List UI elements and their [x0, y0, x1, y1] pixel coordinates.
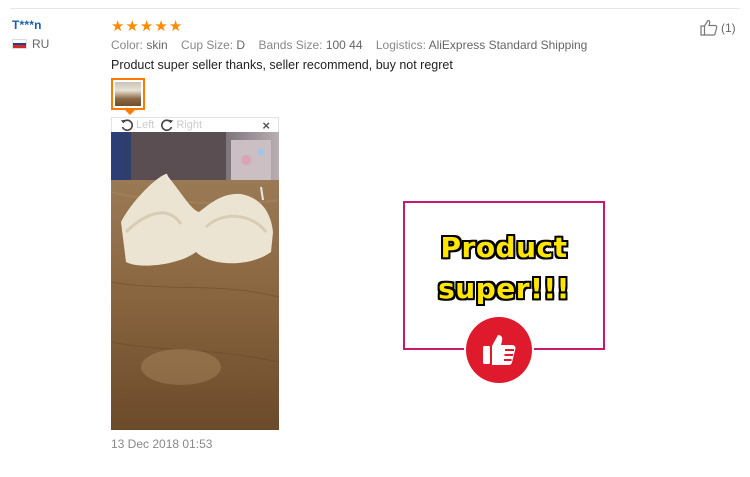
attr-value: D [236, 38, 246, 52]
promo-line-1: Product [440, 231, 568, 264]
helpful-count: (1) [721, 20, 736, 35]
review-photo [111, 132, 279, 430]
thumbs-up-icon [483, 335, 516, 365]
attr-key: Bands Size: [258, 38, 323, 52]
rotate-right-icon [161, 119, 174, 131]
helpful-button[interactable]: (1) [700, 19, 736, 36]
star-icon: ★ [139, 17, 154, 35]
star-icon: ★ [111, 17, 125, 35]
rotate-left-label: Left [136, 119, 155, 131]
attr-key: Color: [111, 38, 144, 52]
active-thumbnail-arrow [125, 110, 135, 115]
rotate-left-icon [120, 119, 133, 131]
attr-bands-size: Bands Size: 100 44 [258, 38, 362, 52]
russia-flag-icon [12, 39, 27, 49]
attr-color: Color: skin [111, 38, 168, 52]
promo-thumbs-up-badge [466, 317, 532, 383]
attr-value: skin [146, 38, 168, 52]
thumbnail-image [115, 82, 141, 106]
image-viewer-toolbar: Left Right × [111, 117, 279, 133]
review-date: 13 Dec 2018 01:53 [111, 437, 213, 451]
order-attributes: Color: skin Cup Size: D Bands Size: 100 … [111, 38, 691, 52]
thumbs-up-icon [700, 19, 718, 36]
reviewer-name[interactable]: T***n [12, 18, 102, 32]
reviewer-country: RU [12, 37, 102, 51]
photo-thumbnail[interactable] [111, 78, 145, 115]
attr-value: AliExpress Standard Shipping [428, 38, 588, 52]
review-text: Product super seller thanks, seller reco… [111, 58, 453, 72]
attr-cup-size: Cup Size: D [181, 38, 245, 52]
country-code: RU [32, 37, 50, 51]
review-photo-image [111, 132, 279, 430]
rotate-right-button[interactable]: Right [160, 118, 202, 132]
review-body: ★ ★ ★ ★ ★ Color: skin Cup Size: D Bands … [111, 18, 691, 73]
star-icon: ★ [168, 17, 183, 35]
reviewer-info: T***n RU [12, 18, 102, 51]
close-viewer-button[interactable]: × [262, 118, 270, 133]
attr-key: Logistics: [375, 38, 426, 52]
star-rating: ★ ★ ★ ★ ★ [111, 18, 691, 34]
star-icon: ★ [125, 17, 139, 35]
promo-line-2: super!!! [438, 272, 570, 305]
rotate-left-button[interactable]: Left [120, 118, 154, 132]
attr-logistics: Logistics: AliExpress Standard Shipping [376, 38, 587, 52]
star-icon: ★ [154, 17, 168, 35]
attr-value: 100 44 [325, 38, 363, 52]
rotate-right-label: Right [176, 119, 203, 131]
top-divider [10, 8, 740, 9]
attr-key: Cup Size: [181, 38, 234, 52]
promo-text: Product super!!! [405, 227, 603, 309]
